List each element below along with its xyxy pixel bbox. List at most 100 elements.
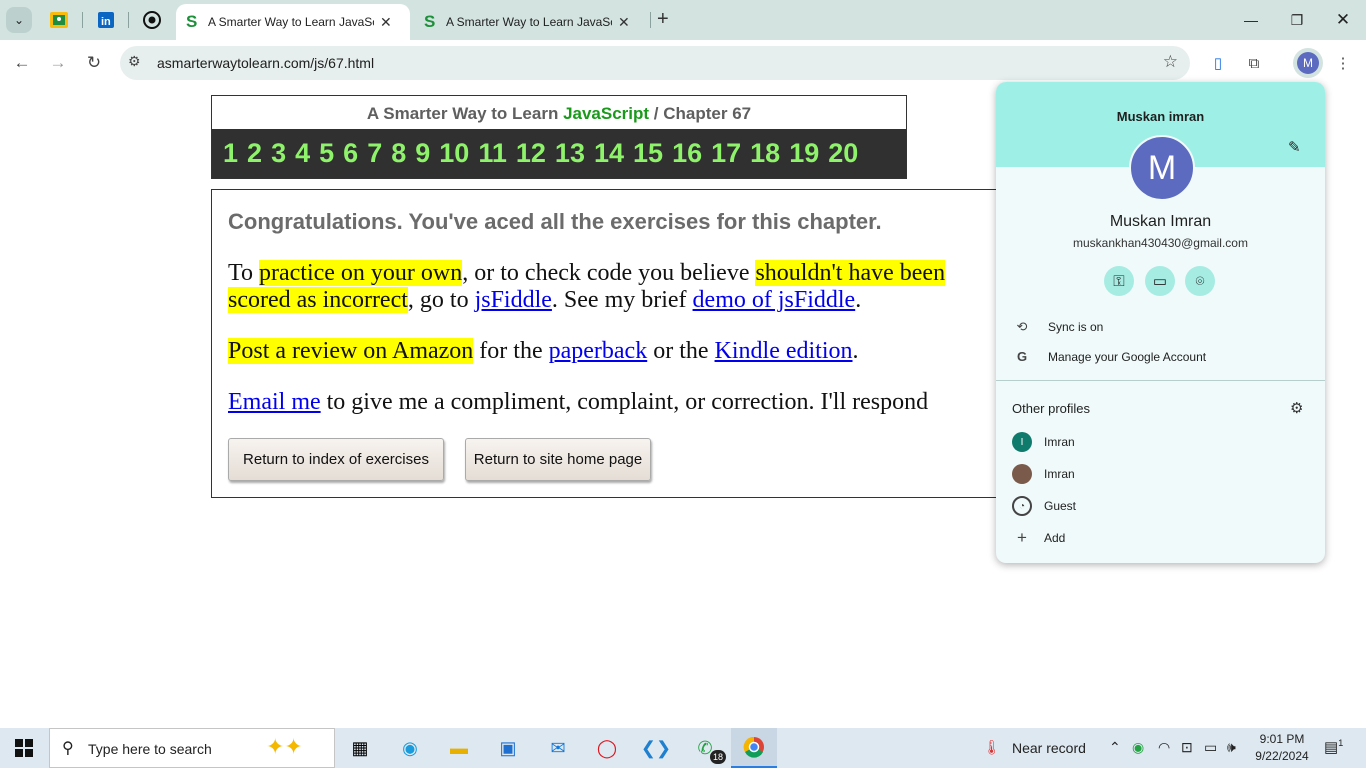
app-tray-icon[interactable]: ◉ (1132, 739, 1144, 756)
thermometer-icon: 🌡 (983, 739, 1001, 755)
addresses-button[interactable]: ⌾ (1185, 266, 1215, 296)
chapter-link[interactable]: 15 (633, 138, 663, 169)
chapter-link[interactable]: 17 (711, 138, 741, 169)
pinned-tab-github[interactable] (141, 9, 163, 31)
jsfiddle-link[interactable]: jsFiddle (475, 287, 552, 313)
github-icon (143, 11, 161, 29)
wifi-icon[interactable]: ◠ (1158, 739, 1170, 756)
pinned-tab-linkedin[interactable]: in (95, 9, 117, 31)
manage-account-row[interactable]: G Manage your Google Account (1012, 349, 1206, 364)
close-icon[interactable]: ✕ (380, 14, 392, 31)
avatar-photo (1012, 464, 1032, 484)
vscode-app[interactable]: ❮❯ (633, 728, 679, 768)
extension-icon[interactable]: ▯ (1207, 52, 1229, 74)
chapter-link[interactable]: 4 (295, 138, 310, 169)
tab-search-button[interactable]: ⌄ (6, 7, 32, 33)
new-tab-button[interactable]: + (657, 8, 669, 31)
volume-icon[interactable]: 🕪 (1227, 739, 1236, 756)
passwords-button[interactable]: ⚿ (1104, 266, 1134, 296)
chapter-link[interactable]: 7 (367, 138, 382, 169)
paperback-link[interactable]: paperback (549, 338, 648, 364)
store-app[interactable]: ▣ (485, 728, 531, 768)
profile-item-label: Guest (1044, 499, 1077, 513)
review-paragraph: Post a review on Amazon for the paperbac… (228, 338, 859, 364)
tab-active[interactable]: S A Smarter Way to Learn JavaScr ✕ (176, 4, 410, 40)
address-bar[interactable]: ⚙ asmarterwaytolearn.com/js/67.html ☆ (120, 46, 1190, 80)
notification-center-button[interactable]: ▤1 (1324, 738, 1343, 756)
avatar: I (1012, 432, 1032, 452)
edit-pencil-icon[interactable]: ✎ (1288, 138, 1301, 156)
chapter-link[interactable]: 20 (828, 138, 858, 169)
return-index-button[interactable]: Return to index of exercises (228, 438, 444, 481)
chapter-link[interactable]: 8 (391, 138, 406, 169)
tab-separator (128, 12, 129, 28)
chapter-link[interactable]: 3 (271, 138, 286, 169)
chrome-app[interactable] (731, 728, 777, 768)
return-home-button[interactable]: Return to site home page (465, 438, 651, 481)
whatsapp-app[interactable]: ✆ 18 (682, 728, 728, 768)
chapter-link[interactable]: 13 (555, 138, 585, 169)
chapter-link[interactable]: 16 (672, 138, 702, 169)
edge-icon: ◉ (402, 737, 418, 758)
sync-row[interactable]: ⟲ Sync is on (1012, 319, 1104, 335)
minimize-button[interactable]: — (1228, 0, 1274, 40)
chapter-link[interactable]: 11 (478, 138, 507, 169)
reload-button[interactable]: ↻ (82, 51, 106, 75)
clock[interactable]: 9:01 PM 9/22/2024 (1252, 731, 1312, 765)
pinned-tab-classroom[interactable] (48, 9, 70, 31)
mail-app[interactable]: ✉ (535, 728, 581, 768)
opera-app[interactable]: ◯ (584, 728, 630, 768)
chapter-link[interactable]: 5 (319, 138, 334, 169)
search-placeholder: Type here to search (88, 741, 212, 757)
chapter-link[interactable]: 12 (516, 138, 546, 169)
chapter-link[interactable]: 18 (750, 138, 780, 169)
weather-text[interactable]: Near record (1012, 740, 1086, 756)
tab-inactive[interactable]: S A Smarter Way to Learn JavaScr ✕ (414, 4, 648, 40)
location-pin-icon: ⌾ (1195, 272, 1205, 290)
more-menu-icon[interactable]: ⋮ (1332, 52, 1354, 74)
demo-jsfiddle-link[interactable]: demo of jsFiddle (693, 287, 856, 313)
profile-avatar-button[interactable]: M (1297, 52, 1319, 74)
chapter-link[interactable]: 1 (223, 138, 238, 169)
task-view-button[interactable]: ▦ (337, 728, 383, 768)
title-separator: / (649, 104, 664, 123)
close-icon[interactable]: ✕ (618, 14, 630, 31)
add-profile-item[interactable]: + Add (1012, 528, 1065, 548)
chapter-link[interactable]: 6 (343, 138, 358, 169)
profile-item[interactable]: I Imran (1012, 432, 1075, 452)
chapter-link[interactable]: 9 (415, 138, 430, 169)
edge-app[interactable]: ◉ (387, 728, 433, 768)
extensions-puzzle-icon[interactable]: ⧉ (1243, 52, 1265, 74)
payment-methods-button[interactable]: ▭ (1145, 266, 1175, 296)
taskbar-search[interactable]: ⚲ Type here to search ✦✦ (49, 728, 335, 768)
start-button[interactable] (0, 728, 48, 768)
chapter-link[interactable]: 14 (594, 138, 624, 169)
back-button[interactable]: ← (10, 51, 34, 75)
email-me-link[interactable]: Email me (228, 389, 321, 415)
chapter-link[interactable]: 2 (247, 138, 262, 169)
guest-item[interactable]: ◔ Guest (1012, 496, 1076, 516)
profile-item-label: Imran (1044, 435, 1075, 449)
profile-item[interactable]: Imran (1012, 464, 1075, 484)
chapter-link[interactable]: 10 (439, 138, 469, 169)
kindle-link[interactable]: Kindle edition (715, 338, 853, 364)
sync-icon: ⟲ (1016, 319, 1028, 334)
chapter-header: A Smarter Way to Learn JavaScript / Chap… (211, 95, 907, 179)
battery-icon[interactable]: ▭ (1204, 739, 1217, 756)
credit-card-icon: ▭ (1152, 273, 1168, 290)
title-brand: JavaScript (563, 104, 650, 123)
url-text[interactable]: asmarterwaytolearn.com/js/67.html (157, 55, 374, 71)
gear-icon[interactable]: ⚙ (1290, 399, 1303, 417)
title-prefix: A Smarter Way to Learn (366, 104, 564, 123)
restore-button[interactable]: ❐ (1274, 0, 1320, 40)
meet-icon[interactable]: ⊡ (1181, 739, 1193, 756)
chapter-link[interactable]: 19 (789, 138, 819, 169)
file-explorer-app[interactable]: ▬ (436, 728, 482, 768)
chevron-up-icon[interactable]: ⌃ (1109, 739, 1121, 756)
bookmark-star-icon[interactable]: ☆ (1163, 52, 1178, 72)
close-window-button[interactable]: ✕ (1320, 0, 1366, 40)
forward-button[interactable]: → (46, 51, 70, 75)
site-info-icon[interactable]: ⚙ (128, 53, 141, 70)
page-title: A Smarter Way to Learn JavaScript / Chap… (212, 96, 906, 130)
highlight: scored as incorrect (228, 287, 408, 313)
